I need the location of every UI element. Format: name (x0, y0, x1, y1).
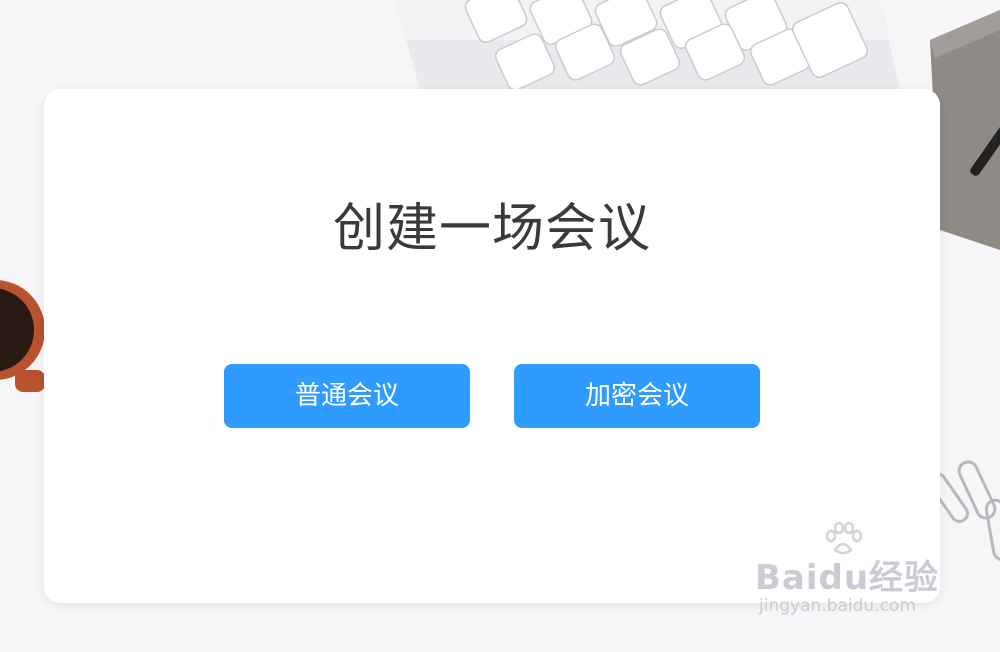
watermark-url: jingyan.baidu.com (759, 596, 916, 616)
keyboard-image (395, 0, 900, 91)
create-meeting-card: 创建一场会议 普通会议 加密会议 (44, 89, 940, 603)
page-title: 创建一场会议 (332, 199, 651, 259)
baidu-watermark: Baidu经验 jingyan.baidu.com (745, 522, 945, 622)
watermark-brand: Baidu经验 (755, 558, 940, 598)
encrypted-meeting-button[interactable]: 加密会议 (514, 364, 760, 428)
normal-meeting-button[interactable]: 普通会议 (224, 364, 470, 428)
coffee-cup-image (0, 280, 45, 392)
notebook-image (930, 10, 1000, 250)
